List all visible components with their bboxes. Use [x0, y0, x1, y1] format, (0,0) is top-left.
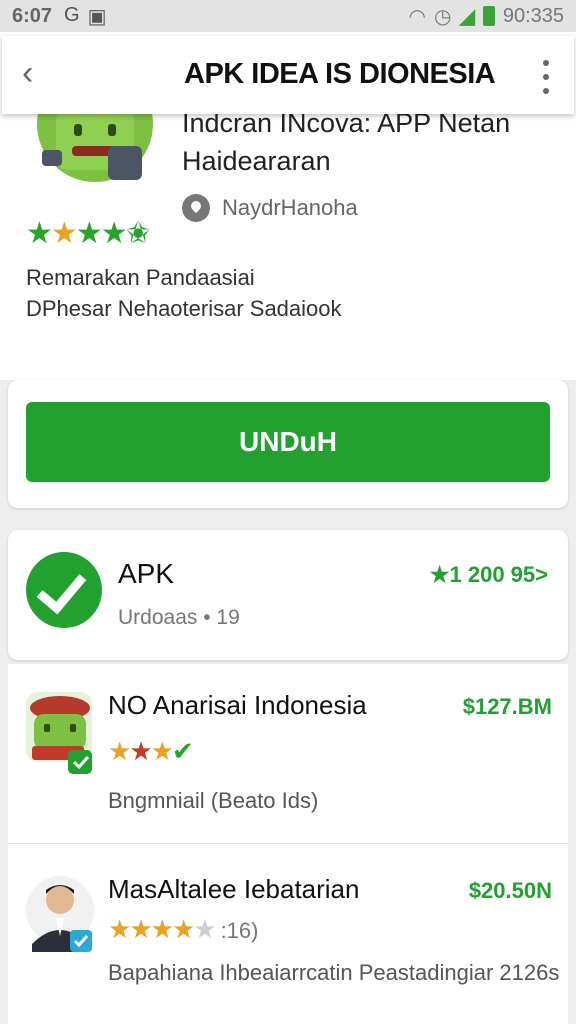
item-title: MasAltalee Iebatarian	[108, 874, 360, 904]
star-icon: ★	[150, 914, 174, 944]
list-item[interactable]: NO Anarisai Indonesia $127.BM ★★★✔ Bngmn…	[8, 664, 568, 844]
star-half-icon: ✬	[125, 217, 151, 250]
status-right: ◠ ◷ ◢ 90:335	[409, 4, 564, 29]
star-icon: ★	[108, 914, 131, 944]
location-pin-icon	[182, 194, 210, 222]
item-rating-stars: ★★★★★:16)	[108, 914, 258, 945]
verified-badge-icon: ✔	[171, 736, 194, 766]
app-subtitle: Indcran INcova: APP Netan Haideararan	[182, 108, 511, 176]
verified-check-icon	[26, 552, 102, 628]
item-price: $127.BM	[462, 694, 552, 719]
item-rating-stars: ★★★✔	[108, 736, 194, 767]
page-title: APK IDEA IS DIONESIA	[184, 58, 496, 90]
list-item[interactable]: MasAltalee Iebatarian $20.50N ★★★★★:16) …	[8, 848, 568, 1024]
star-icon: ★	[75, 217, 103, 250]
app-rating-stars: ★★★★✬	[26, 216, 151, 251]
apk-title: APK	[118, 558, 175, 589]
app-list: NO Anarisai Indonesia $127.BM ★★★✔ Bngmn…	[8, 664, 568, 1024]
apk-meta: Urdoaas • 19	[118, 606, 240, 629]
item-price: $20.50N	[468, 878, 552, 903]
star-icon: ★	[100, 217, 128, 250]
star-icon: ★	[26, 217, 53, 250]
app-icon-android-hat	[26, 692, 92, 774]
star-icon: ★	[129, 736, 152, 766]
apk-rating: ★1 200 95>	[429, 562, 548, 587]
status-bar: 6:07 G ▣ ◠ ◷ ◢ 90:335	[0, 0, 576, 32]
download-card: UNDuH	[8, 380, 568, 508]
apk-card[interactable]: APK Urdoaas • 19 ★1 200 95>	[8, 530, 568, 660]
star-empty-icon: ★	[193, 914, 216, 944]
star-half-icon: ★	[171, 914, 195, 944]
download-button[interactable]: UNDuH	[26, 402, 550, 482]
app-description: Remarakan Pandaasiai DPhesar Nehaoterisa…	[26, 265, 342, 321]
wifi-icon: ◠	[408, 5, 426, 28]
item-rating-count: :16)	[220, 918, 259, 943]
signal-icon: ◢	[459, 5, 475, 28]
status-notification-icons: G ▣	[64, 4, 106, 29]
avatar	[26, 876, 94, 952]
developer-link[interactable]: NaydrHanoha	[182, 194, 358, 222]
app-bar: ‹ APK IDEA IS DIONESIA	[2, 36, 574, 114]
star-icon: ★	[108, 736, 131, 766]
status-clock: 90:335	[502, 4, 564, 27]
image-icon: ▣	[87, 5, 107, 28]
more-vert-icon[interactable]	[536, 60, 556, 94]
star-icon: ★	[129, 914, 152, 944]
star-icon: ★	[50, 217, 78, 250]
item-subtitle: Bapahiana Ihbeaiarrcatin Peastadingiar 2…	[108, 960, 560, 985]
star-icon: ★	[150, 736, 174, 766]
google-icon: G	[64, 3, 80, 26]
item-subtitle: Bngmniail (Beato Ids)	[108, 788, 319, 813]
back-arrow-icon[interactable]: ‹	[22, 56, 54, 90]
developer-name: NaydrHanoha	[222, 195, 358, 220]
item-title: NO Anarisai Indonesia	[108, 690, 367, 720]
status-time: 6:07	[12, 4, 53, 27]
alarm-icon: ◷	[433, 5, 452, 28]
battery-icon	[482, 6, 495, 26]
